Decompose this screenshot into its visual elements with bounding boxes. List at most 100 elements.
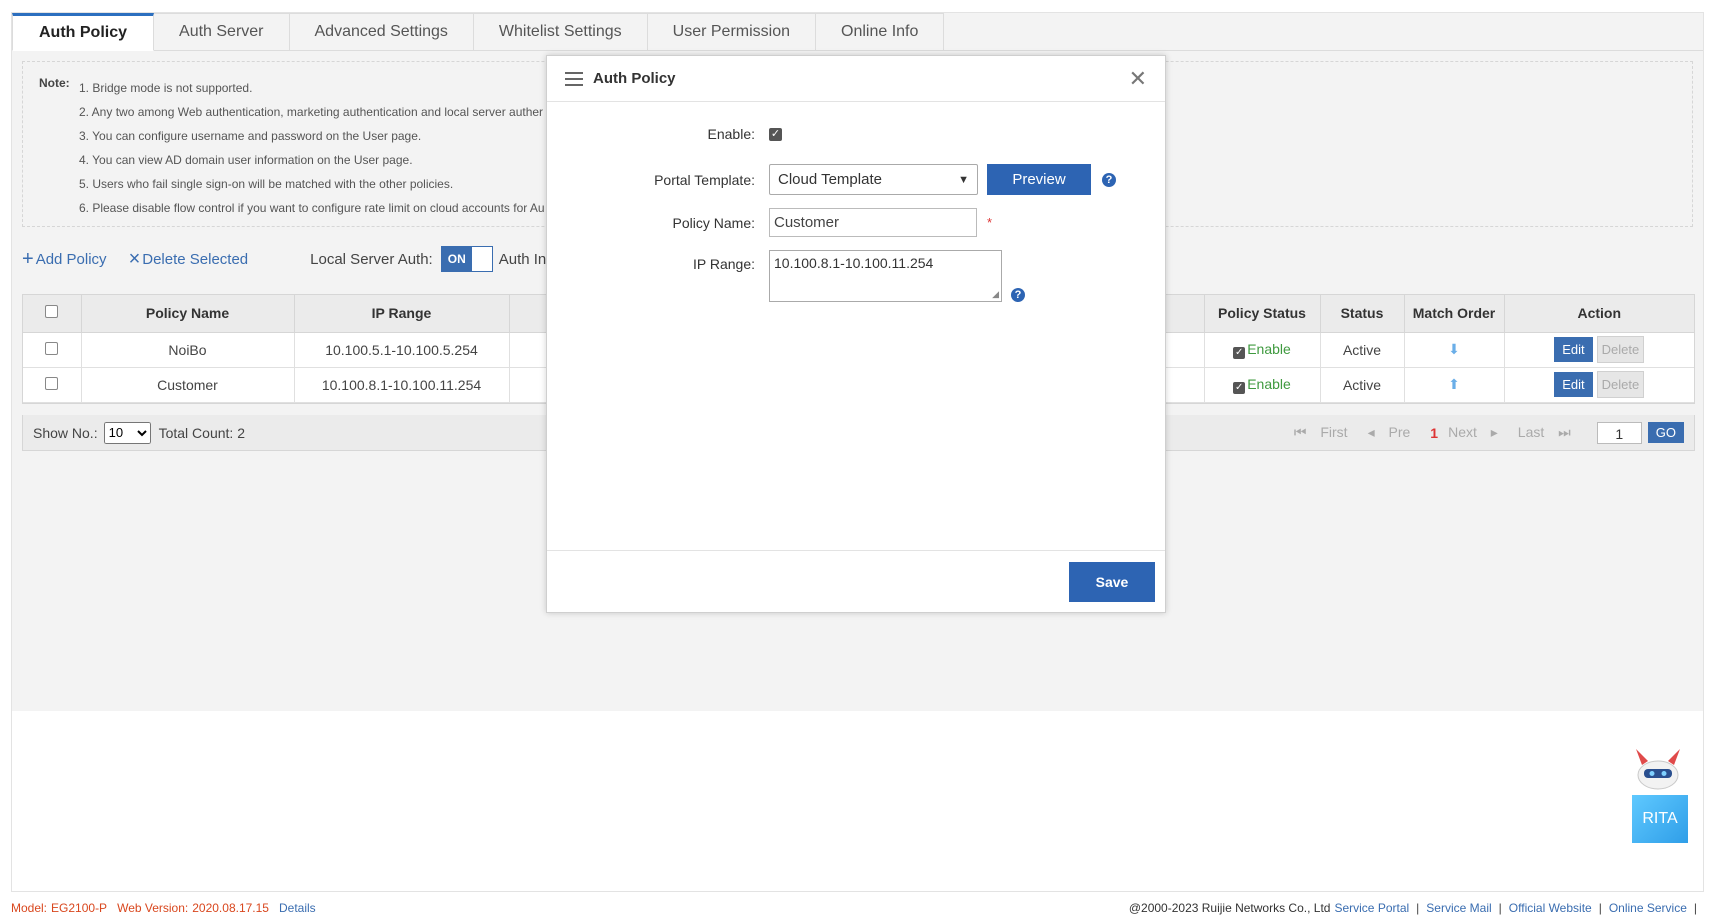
portal-template-select[interactable]: Cloud Template ▼: [769, 164, 978, 195]
prev-page-button[interactable]: ◂ Pre: [1368, 424, 1421, 441]
service-portal-link[interactable]: Service Portal: [1334, 901, 1409, 915]
plus-icon: +: [22, 248, 34, 270]
header-status: Status: [1320, 295, 1405, 333]
note-item: 1. Bridge mode is not supported.: [79, 81, 253, 95]
tab-user-permission[interactable]: User Permission: [647, 13, 816, 51]
pager-controls: ⏮ First ◂ Pre 1 Next ▸ Last ⏭ 1 GO: [1294, 421, 1684, 444]
cell-policy-status: ✓ Enable: [1204, 367, 1321, 403]
page-number-input[interactable]: 1: [1596, 421, 1642, 444]
rita-assistant[interactable]: RITA: [1624, 737, 1696, 847]
tab-whitelist-settings[interactable]: Whitelist Settings: [473, 13, 648, 51]
delete-button[interactable]: Delete: [1596, 336, 1645, 363]
robot-mascot-icon: [1636, 749, 1680, 790]
separator: |: [1693, 901, 1697, 915]
cell-policy-name: NoiBo: [81, 332, 295, 368]
online-service-link[interactable]: Online Service: [1609, 901, 1687, 915]
details-link[interactable]: Details: [279, 901, 316, 915]
row-checkbox[interactable]: [45, 341, 59, 355]
note-item: 3. You can configure username and passwo…: [79, 129, 422, 143]
resize-grip-icon[interactable]: ◢: [992, 290, 999, 299]
web-version-value: 2020.08.17.15: [192, 901, 269, 915]
next-page-icon: ▸: [1490, 424, 1498, 440]
policy-name-input[interactable]: Customer: [769, 208, 977, 237]
page-footer: Model: EG2100-P Web Version: 2020.08.17.…: [11, 898, 1704, 918]
note-item: 2. Any two among Web authentication, mar…: [79, 105, 544, 119]
enable-checkbox[interactable]: ✓: [769, 127, 782, 141]
header-ip-range: IP Range: [294, 295, 510, 333]
tab-bar: Auth Policy Auth Server Advanced Setting…: [12, 13, 945, 51]
footer-right: @2000-2023 Ruijie Networks Co., Ltd Serv…: [1129, 901, 1704, 915]
auth-policy-dialog: Auth Policy ✕ Enable: ✓ Portal Template:…: [546, 55, 1166, 613]
last-page-icon: ⏭: [1558, 424, 1571, 440]
cell-action: Edit Delete: [1504, 332, 1694, 368]
select-all-checkbox[interactable]: [45, 305, 59, 319]
portal-template-value: Cloud Template: [778, 171, 882, 188]
local-server-auth-toggle[interactable]: ON: [440, 246, 493, 272]
tab-online-info[interactable]: Online Info: [816, 13, 945, 51]
show-no-label: Show No.:: [33, 424, 98, 441]
cell-ip-range: 10.100.8.1-10.100.11.254: [294, 367, 510, 403]
tab-auth-policy[interactable]: Auth Policy: [12, 13, 155, 51]
current-page: 1: [1430, 424, 1439, 441]
cell-ip-range: 10.100.5.1-10.100.5.254: [294, 332, 510, 368]
next-page-button[interactable]: Next ▸: [1448, 424, 1508, 441]
note-item: 5. Users who fail single sign-on will be…: [79, 177, 454, 191]
portal-template-label: Portal Template:: [654, 171, 755, 188]
total-count: Total Count: 2: [158, 424, 245, 441]
policy-status-text: Enable: [1247, 375, 1291, 392]
tab-auth-server[interactable]: Auth Server: [154, 13, 290, 51]
close-icon[interactable]: ✕: [1129, 67, 1147, 90]
toggle-on-label: ON: [441, 247, 472, 271]
menu-icon: [565, 71, 583, 86]
copyright: @2000-2023 Ruijie Networks Co., Ltd: [1128, 901, 1331, 915]
preview-button[interactable]: Preview: [987, 164, 1091, 195]
web-version-label: Web Version:: [117, 901, 189, 915]
service-mail-link[interactable]: Service Mail: [1426, 901, 1491, 915]
next-page-label: Next: [1448, 424, 1477, 440]
policy-name-label: Policy Name:: [672, 214, 755, 231]
cell-policy-name: Customer: [81, 367, 295, 403]
add-policy-label: Add Policy: [35, 250, 107, 268]
edit-button[interactable]: Edit: [1554, 337, 1593, 362]
save-button[interactable]: Save: [1069, 562, 1155, 602]
model-value: EG2100-P: [51, 901, 108, 915]
check-icon: ✓: [1233, 381, 1246, 394]
help-icon[interactable]: ?: [1011, 288, 1025, 302]
header-select-all: [23, 295, 82, 333]
official-website-link[interactable]: Official Website: [1509, 901, 1592, 915]
local-server-auth-label: Local Server Auth:: [310, 250, 433, 268]
go-button[interactable]: GO: [1647, 422, 1684, 443]
chevron-down-icon: ▼: [958, 173, 969, 186]
header-action: Action: [1504, 295, 1694, 333]
ip-range-textarea[interactable]: 10.100.8.1-10.100.11.254 ◢: [769, 250, 1002, 302]
separator: |: [1416, 901, 1420, 915]
dialog-title: Auth Policy: [593, 70, 676, 87]
edit-button[interactable]: Edit: [1554, 372, 1593, 397]
delete-selected-label: Delete Selected: [142, 250, 249, 268]
add-policy-button[interactable]: + Add Policy: [22, 249, 107, 269]
dialog-footer: Save: [547, 550, 1165, 612]
note-item: 6. Please disable flow control if you wa…: [79, 201, 545, 215]
first-page-label: First: [1320, 424, 1348, 440]
first-page-icon: ⏮: [1293, 424, 1307, 440]
note-list: 1. Bridge mode is not supported. 2. Any …: [79, 76, 545, 220]
delete-button[interactable]: Delete: [1596, 371, 1645, 398]
first-page-button[interactable]: ⏮ First: [1294, 424, 1358, 441]
last-page-button[interactable]: Last ⏭: [1518, 424, 1581, 441]
delete-selected-button[interactable]: × Delete Selected: [129, 249, 249, 269]
header-match-order: Match Order: [1404, 295, 1505, 333]
policy-name-row: Policy Name: Customer *: [547, 208, 992, 237]
arrow-up-icon[interactable]: ⬆: [1448, 376, 1460, 392]
ip-range-row: IP Range: 10.100.8.1-10.100.11.254 ◢ ?: [547, 250, 1025, 302]
cell-status: Active: [1320, 332, 1405, 368]
required-mark: *: [987, 215, 993, 230]
page-size-select[interactable]: 10: [103, 421, 151, 444]
enable-row: Enable: ✓: [547, 126, 782, 142]
arrow-down-icon[interactable]: ⬇: [1448, 341, 1460, 357]
help-icon[interactable]: ?: [1102, 172, 1116, 187]
prev-page-icon: ◂: [1367, 424, 1375, 440]
tab-advanced-settings[interactable]: Advanced Settings: [289, 13, 474, 51]
header-policy-status: Policy Status: [1204, 295, 1321, 333]
ip-range-value: 10.100.8.1-10.100.11.254: [774, 255, 934, 271]
row-checkbox[interactable]: [45, 376, 59, 390]
